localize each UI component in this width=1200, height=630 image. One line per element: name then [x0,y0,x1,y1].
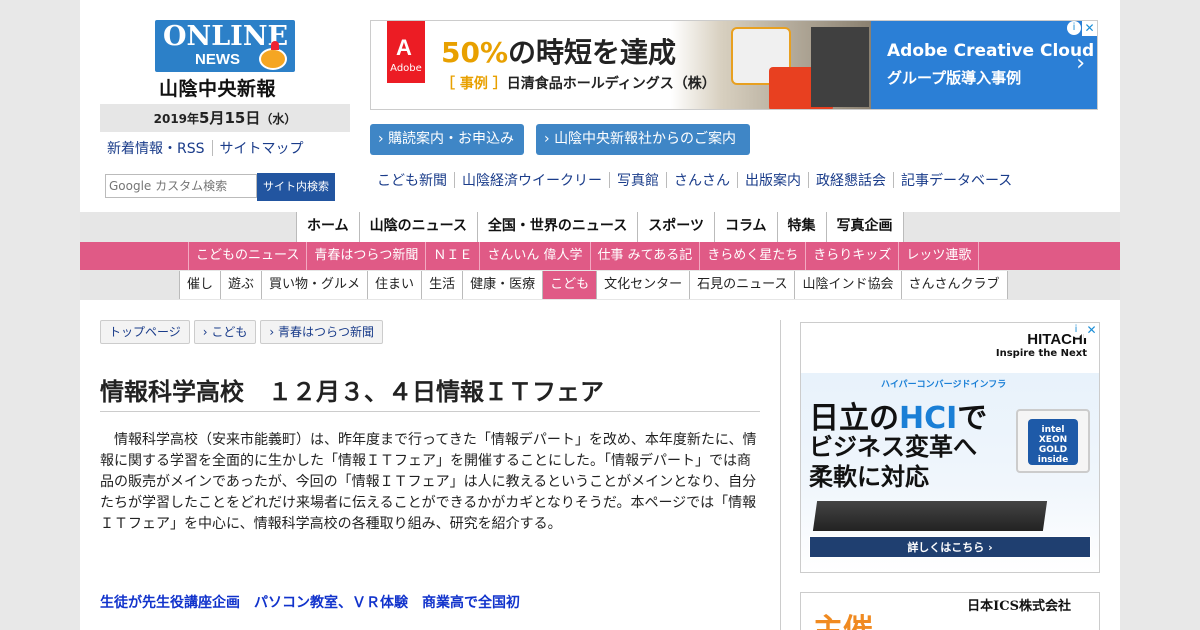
ad-headline-line3: 柔軟に対応 [809,463,929,491]
adobe-logo-label: Adobe [390,63,422,74]
paper-name[interactable]: 山陰中央新報 [159,74,276,101]
date-bar: 2019年5月15日（水） [100,104,350,132]
ad-small-caption: ハイパーコンバージドインフラ [881,380,1007,390]
nav-item[interactable]: 写真企画 [826,212,904,242]
rss-link[interactable]: 新着情報・RSS [100,138,212,158]
kids-nav-item[interactable]: 仕事 みてある記 [589,242,700,270]
life-nav-item[interactable]: 住まい [368,271,423,299]
date-month-day: 5月15日 [199,109,261,127]
article-title: 情報科学高校 １２月３、４日情報ＩＴフェア [100,372,760,412]
intel-xeon-badge-icon: intel XEON GOLD inside [1016,409,1090,473]
kids-nav-item[interactable]: きらりキッズ [805,242,898,270]
side-banner-ad-2[interactable]: 日本ICS株式会社 主催 [800,592,1100,630]
life-nav-item[interactable]: 山陰インド協会 [795,271,902,299]
server-image [812,501,1048,531]
kids-nav-item[interactable]: こどものニュース [188,242,306,270]
kids-nav-item[interactable]: レッツ連歌 [898,242,980,270]
service-link[interactable]: 山陰経済ウイークリー [455,170,609,190]
article-body: 情報科学高校（安来市能義町）は、昨年度まで行ってきた「情報デパート」を改め、本年… [100,432,757,532]
life-nav: 催し 遊ぶ 買い物・グルメ 住まい 生活 健康・医療 こども 文化センター 石見… [80,270,1120,300]
hitachi-tagline: Inspire the Next [995,348,1087,359]
service-link[interactable]: 出版案内 [738,170,808,190]
ad-subline-text: 日清食品ホールディングス（株） [506,76,716,92]
life-nav-item[interactable]: 遊ぶ [221,271,263,299]
company-info-button-label: 山陰中央新報社からのご案内 [554,131,737,147]
breadcrumb-label: こども [211,325,248,339]
life-nav-item[interactable]: さんさんクラブ [901,271,1008,299]
sitemap-link[interactable]: サイトマップ [213,138,311,158]
kids-nav-item[interactable]: きらめく星たち [699,242,805,270]
kids-nav-item[interactable]: 青春はつらつ新聞 [306,242,425,270]
nav-item[interactable]: ホーム [297,212,360,242]
ad-more-button[interactable]: 詳しくはこちら › [809,536,1091,558]
date-year: 2019年 [153,112,200,126]
date-weekday: （水） [260,112,297,126]
ad-big-text: 主催 [813,605,873,630]
service-link[interactable]: 記事データベース [894,170,1019,190]
chevron-right-icon: › [1076,51,1085,76]
subscription-button-label: 購読案内・お申込み [388,131,515,147]
breadcrumb-item[interactable]: トップページ [100,320,190,344]
page: ONLINE NEWS 山陰中央新報 2019年5月15日（水） 新着情報・RS… [80,0,1120,630]
life-nav-item-active[interactable]: こども [543,271,598,299]
service-link[interactable]: 写真館 [610,170,666,190]
ad-close-icon[interactable]: ✕ [1084,323,1099,338]
life-nav-item[interactable]: 生活 [422,271,464,299]
breadcrumb-label: 青春はつらつ新聞 [278,325,375,339]
intel-chip-label: intel XEON GOLD inside [1028,419,1078,465]
adobe-logo-glyph: A [396,35,412,60]
column-divider [780,320,781,630]
article-subhead-link[interactable]: 生徒が先生役講座企画 パソコン教室、ＶＲ体験 商業高で全国初 [100,592,520,612]
life-nav-item[interactable]: 催し [180,271,222,299]
ad-cta-line1: Adobe Creative Cloud [887,41,1095,61]
kids-nav-item[interactable]: さんいん 偉人学 [479,242,589,270]
ad-cta-line2: グループ版導入事例 [887,69,1022,87]
ad-close-icon[interactable]: ✕ [1082,21,1097,36]
nav-item[interactable]: 特集 [777,212,827,242]
ad-cta-panel[interactable]: Adobe Creative Cloud グループ版導入事例 › [871,21,1097,109]
subscription-button[interactable]: › 購読案内・お申込み [370,124,524,155]
mascot-icon [259,41,287,70]
side-banner-ad[interactable]: HITACHI Inspire the Next ハイパーコンバージドインフラ … [800,322,1100,573]
ad-info-icon[interactable]: i [1069,323,1083,337]
nav-item[interactable]: コラム [714,212,778,242]
screen-image [811,27,869,107]
service-link[interactable]: さんさん [667,170,737,190]
ad-subline: ［ 事例 ］日清食品ホールディングス（株） [441,73,716,93]
life-nav-item[interactable]: 石見のニュース [690,271,796,299]
breadcrumb: トップページ › こども › 青春はつらつ新聞 [100,320,384,344]
kids-nav: こどものニュース 青春はつらつ新聞 ＮＩＥ さんいん 偉人学 仕事 みてある記 … [80,242,1120,270]
ad-company-name: 日本ICS株式会社 [967,599,1071,614]
top-banner-ad[interactable]: A Adobe 50%の時短を達成 ［ 事例 ］日清食品ホールディングス（株） … [370,20,1098,110]
service-link[interactable]: こども新聞 [370,170,454,190]
search-input[interactable] [105,174,257,198]
nav-item[interactable]: スポーツ [638,212,715,242]
logo-news-text: NEWS [195,51,240,68]
life-nav-item[interactable]: 買い物・グルメ [262,271,369,299]
ad-headline-highlight: 50% [441,36,509,69]
service-link[interactable]: 政経懇話会 [809,170,893,190]
service-links: こども新聞 山陰経済ウイークリー 写真館 さんさん 出版案内 政経懇話会 記事デ… [370,168,1019,192]
ad-subline-bracket: ［ 事例 ］ [441,76,507,92]
site-search-button[interactable]: サイト内検索 [257,173,335,201]
ad-headline-text: の時短を達成 [508,36,677,69]
ad-headline: 50%の時短を達成 [441,31,676,71]
site-logo[interactable]: ONLINE NEWS [155,20,295,72]
life-nav-item[interactable]: 文化センター [597,271,691,299]
nav-item[interactable]: 全国・世界のニュース [477,212,639,242]
life-nav-item[interactable]: 健康・医療 [463,271,544,299]
adobe-logo-icon: A Adobe [387,21,425,83]
main-nav: ホーム 山陰のニュース 全国・世界のニュース スポーツ コラム 特集 写真企画 [80,212,1120,242]
breadcrumb-item[interactable]: › こども [193,320,257,344]
ad-info-icon[interactable]: i [1067,21,1081,35]
breadcrumb-item[interactable]: › 青春はつらつ新聞 [260,320,384,344]
nav-item[interactable]: 山陰のニュース [359,212,478,242]
header-links: 新着情報・RSS サイトマップ [100,136,311,160]
company-info-button[interactable]: › 山陰中央新報社からのご案内 [536,124,750,155]
kids-nav-item[interactable]: ＮＩＥ [425,242,479,270]
